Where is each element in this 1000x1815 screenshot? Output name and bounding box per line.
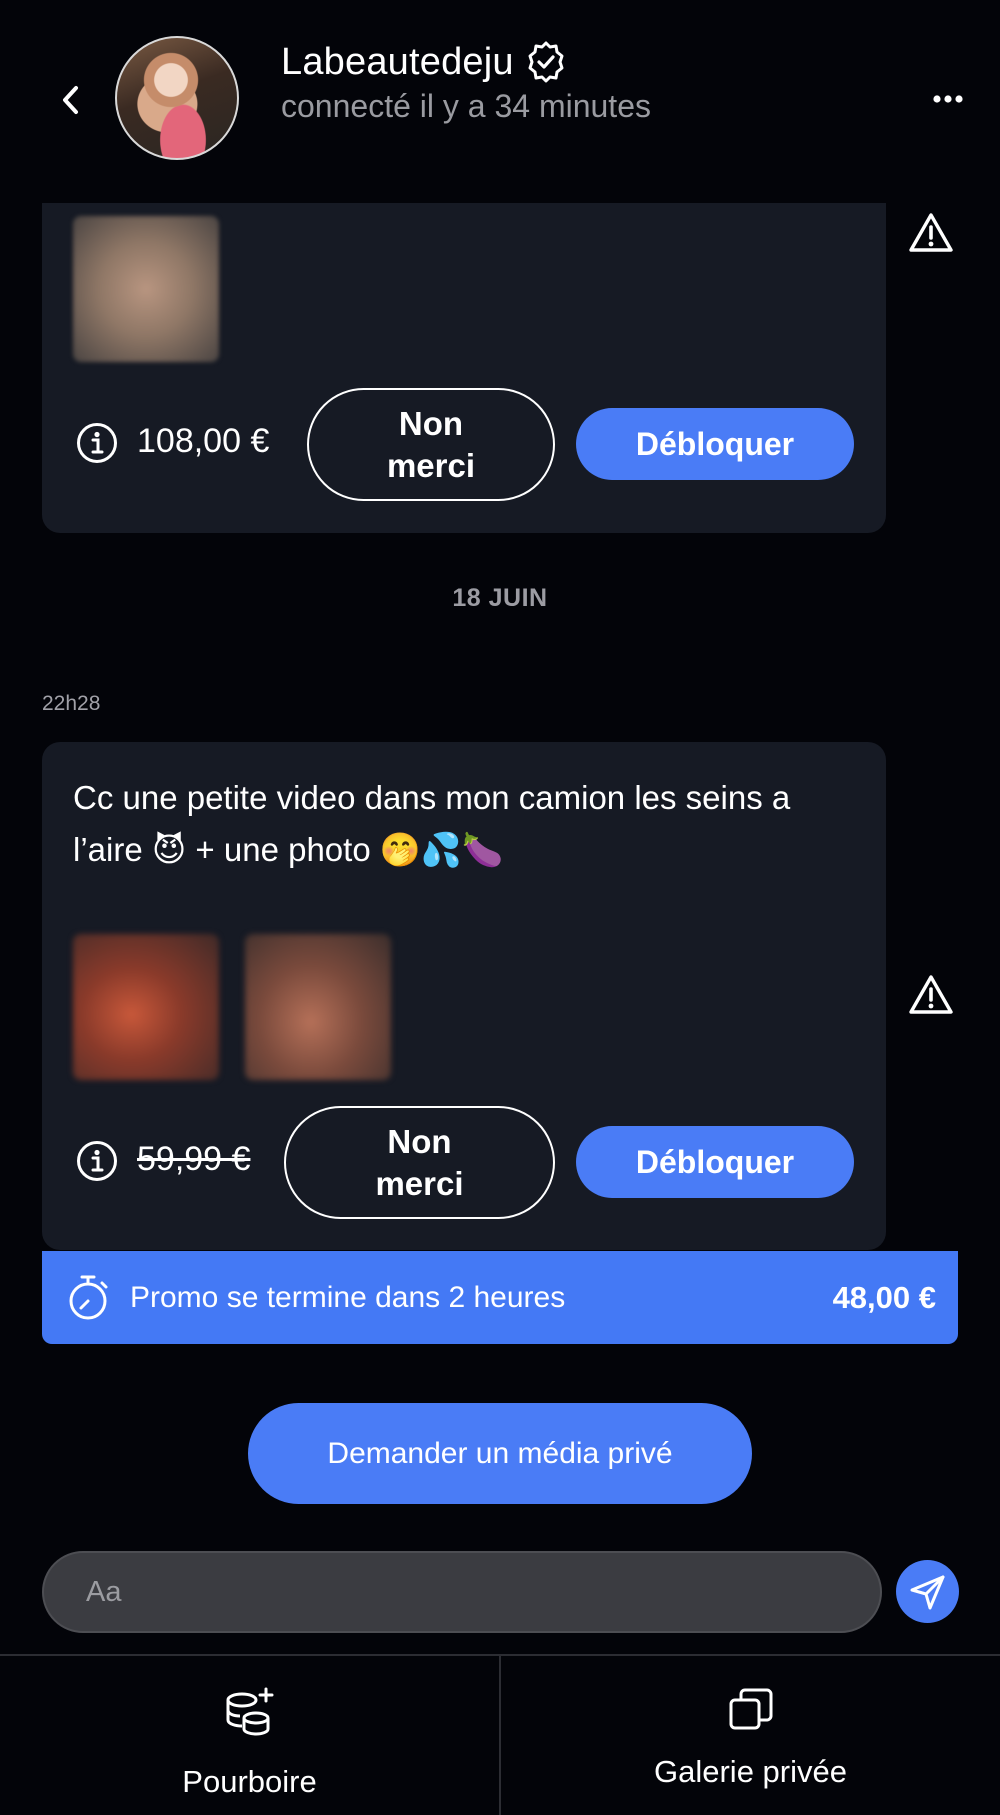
gallery-stack-icon: [729, 1688, 772, 1730]
private-gallery-tab[interactable]: Galerie privée: [499, 1656, 1000, 1815]
tip-label: Pourboire: [182, 1764, 317, 1799]
message-timestamp: 22h28: [42, 692, 101, 715]
promo-banner: Promo se termine dans 2 heures 48,00 €: [42, 1251, 958, 1344]
decline-button-label: Non merci: [375, 1123, 464, 1202]
chevron-left-icon: [63, 86, 78, 114]
verified-badge-icon: [528, 41, 564, 83]
send-icon: [910, 1575, 944, 1609]
request-private-media-label: Demander un média privé: [327, 1436, 673, 1470]
report-button[interactable]: [908, 212, 954, 254]
unlock-button-label: Débloquer: [635, 1143, 795, 1180]
more-options-button[interactable]: [928, 84, 968, 114]
blurred-media-thumbnail[interactable]: [73, 934, 219, 1080]
report-button[interactable]: [908, 974, 954, 1016]
info-icon: [77, 423, 117, 463]
blurred-media-thumbnail[interactable]: [245, 934, 391, 1080]
warning-triangle-icon: [909, 213, 953, 252]
message-input-container: [42, 1551, 882, 1633]
avatar[interactable]: [115, 36, 239, 160]
private-gallery-label: Galerie privée: [654, 1754, 847, 1789]
back-button[interactable]: [52, 78, 88, 122]
unlock-button[interactable]: Débloquer: [576, 408, 854, 480]
message-text: Cc une petite video dans mon camion les …: [73, 779, 791, 868]
info-button[interactable]: [76, 422, 118, 464]
info-button[interactable]: [76, 1140, 118, 1182]
unlock-button[interactable]: Débloquer: [576, 1126, 854, 1198]
info-icon: [77, 1141, 117, 1181]
request-private-media-button[interactable]: Demander un média privé: [248, 1403, 752, 1504]
unlock-button-label: Débloquer: [635, 425, 795, 462]
promo-price: 48,00 €: [832, 1279, 936, 1315]
contact-name[interactable]: Labeautedeju: [281, 40, 568, 84]
online-status: connecté il y a 34 minutes: [281, 88, 651, 124]
warning-triangle-icon: [909, 975, 953, 1014]
media-price: 108,00 €: [137, 422, 270, 460]
coins-plus-icon: [226, 1687, 273, 1736]
blurred-media-thumbnail[interactable]: [73, 216, 219, 362]
bottom-navigation: Pourboire Galerie privée: [0, 1654, 1000, 1815]
original-price: 59,99 €: [137, 1140, 251, 1178]
more-horizontal-icon: [933, 95, 963, 103]
send-button[interactable]: [896, 1560, 959, 1623]
message-input[interactable]: [86, 1575, 880, 1609]
decline-button[interactable]: Non merci: [284, 1106, 555, 1219]
decline-button-label: Non merci: [386, 405, 476, 484]
date-separator: 18 JUIN: [452, 584, 548, 612]
stopwatch-icon: [69, 1275, 108, 1319]
decline-button[interactable]: Non merci: [307, 388, 555, 501]
tip-tab[interactable]: Pourboire: [0, 1656, 499, 1815]
promo-text: Promo se termine dans 2 heures: [130, 1280, 566, 1314]
contact-name-label: Labeautedeju: [281, 40, 514, 83]
